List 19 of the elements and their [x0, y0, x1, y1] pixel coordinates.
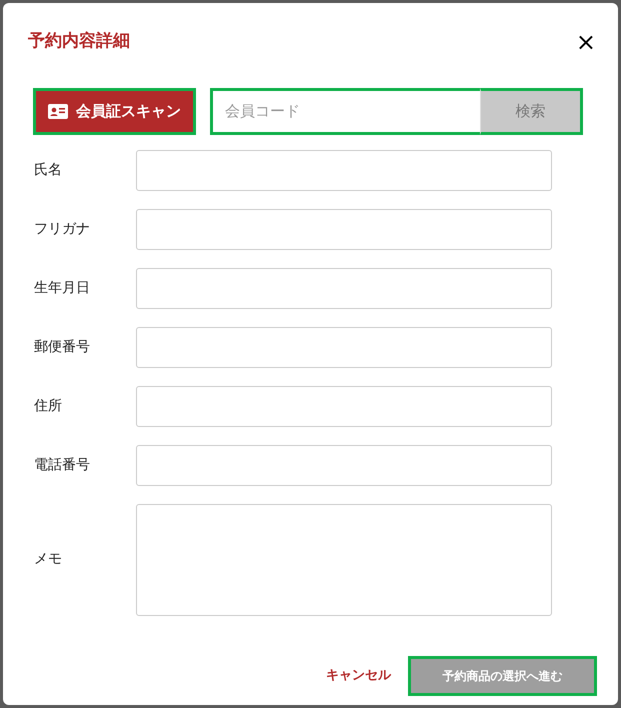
- field-label: 住所: [34, 396, 63, 416]
- memo-field[interactable]: [136, 504, 552, 616]
- field-label: メモ: [34, 550, 63, 569]
- scan-button[interactable]: 会員証スキャン: [33, 88, 196, 134]
- field-label: フリガナ: [34, 220, 91, 238]
- text-field[interactable]: [136, 386, 552, 426]
- text-field[interactable]: [136, 326, 552, 368]
- text-field[interactable]: [136, 268, 552, 308]
- field-label: 氏名: [34, 160, 63, 180]
- field-label: 生年月日: [34, 278, 91, 298]
- text-field[interactable]: [136, 208, 552, 250]
- field-label: 電話番号: [34, 456, 91, 474]
- text-field[interactable]: [136, 444, 552, 486]
- field-label: 郵便番号: [34, 338, 91, 356]
- close-button[interactable]: ×: [576, 30, 596, 54]
- id-card-icon: [48, 104, 68, 118]
- text-field[interactable]: [136, 150, 552, 190]
- dialog-title: 予約内容詳細: [28, 30, 130, 53]
- cancel-link[interactable]: キャンセル: [326, 666, 391, 686]
